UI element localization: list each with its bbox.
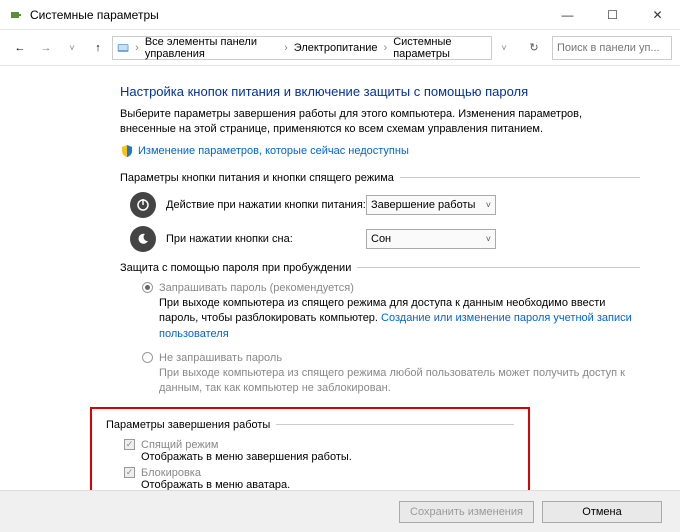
footer: Сохранить изменения Отмена (0, 490, 680, 532)
radio-require-password-desc: При выходе компьютера из спящего режима … (159, 296, 640, 342)
window-controls: — ☐ ✕ (545, 0, 680, 29)
breadcrumb-root[interactable]: Все элементы панели управления (141, 36, 282, 60)
radio-icon (142, 352, 153, 363)
power-button-label: Действие при нажатии кнопки питания: (166, 199, 366, 211)
chevron-down-icon: ˅ (486, 200, 491, 210)
breadcrumb-leaf[interactable]: Системные параметры (389, 36, 487, 60)
section-shutdown-settings: Параметры завершения работы (106, 419, 514, 431)
shutdown-settings-highlighted: Параметры завершения работы ✓ Спящий реж… (90, 407, 530, 490)
radio-no-password-block: Не запрашивать пароль При выходе компьют… (142, 352, 640, 397)
breadcrumb[interactable]: › Все элементы панели управления › Элект… (112, 36, 492, 60)
save-button[interactable]: Сохранить изменения (399, 501, 534, 523)
refresh-button[interactable]: ↻ (522, 36, 546, 60)
radio-no-password[interactable]: Не запрашивать пароль (142, 352, 640, 364)
change-settings-link[interactable]: Изменение параметров, которые сейчас нед… (138, 145, 409, 157)
radio-require-password-label: Запрашивать пароль (рекомендуется) (159, 282, 354, 294)
back-button[interactable]: ← (8, 36, 32, 60)
checkbox-sleep[interactable]: ✓ Спящий режим (124, 439, 514, 451)
minimize-button[interactable]: — (545, 0, 590, 29)
checkbox-icon: ✓ (124, 467, 135, 478)
sleep-button-select[interactable]: Сон˅ (366, 229, 496, 249)
radio-require-password[interactable]: Запрашивать пароль (рекомендуется) (142, 282, 640, 294)
chevron-right-icon: › (282, 42, 290, 54)
chevron-down-icon: ˅ (486, 234, 491, 244)
power-options-icon (8, 7, 24, 23)
sleep-button-row: При нажатии кнопки сна: Сон˅ (130, 226, 640, 252)
titlebar: Системные параметры — ☐ ✕ (0, 0, 680, 30)
sleep-button-label: При нажатии кнопки сна: (166, 233, 366, 245)
main-content: Настройка кнопок питания и включение защ… (0, 66, 680, 490)
intro-text: Выберите параметры завершения работы для… (120, 107, 640, 138)
section-power-sleep-buttons: Параметры кнопки питания и кнопки спящег… (120, 172, 640, 184)
navbar: ← → ˅ ↑ › Все элементы панели управления… (0, 30, 680, 66)
checkbox-lock[interactable]: ✓ Блокировка (124, 467, 514, 479)
page-heading: Настройка кнопок питания и включение защ… (120, 84, 640, 99)
section-password-protection: Защита с помощью пароля при пробуждении (120, 262, 640, 274)
chevron-right-icon: › (382, 42, 390, 54)
checkbox-sleep-label: Спящий режим (141, 439, 218, 451)
change-settings-link-row: Изменение параметров, которые сейчас нед… (120, 144, 640, 158)
radio-icon (142, 282, 153, 293)
power-icon (130, 192, 156, 218)
checkbox-lock-desc: Отображать в меню аватара. (141, 479, 514, 490)
checkbox-icon: ✓ (124, 439, 135, 450)
maximize-button[interactable]: ☐ (590, 0, 635, 29)
chevron-right-icon: › (133, 42, 141, 54)
forward-button[interactable]: → (34, 36, 58, 60)
power-button-row: Действие при нажатии кнопки питания: Зав… (130, 192, 640, 218)
breadcrumb-mid[interactable]: Электропитание (290, 42, 382, 54)
power-button-select[interactable]: Завершение работы˅ (366, 195, 496, 215)
checkbox-sleep-desc: Отображать в меню завершения работы. (141, 451, 514, 463)
shield-icon (120, 144, 134, 158)
window-title: Системные параметры (30, 8, 545, 22)
radio-require-password-block: Запрашивать пароль (рекомендуется) При в… (142, 282, 640, 342)
recent-button[interactable]: ˅ (60, 36, 84, 60)
up-button[interactable]: ↑ (86, 36, 110, 60)
checkbox-lock-label: Блокировка (141, 467, 201, 479)
radio-no-password-label: Не запрашивать пароль (159, 352, 282, 364)
cancel-button[interactable]: Отмена (542, 501, 662, 523)
radio-no-password-desc: При выходе компьютера из спящего режима … (159, 366, 640, 397)
breadcrumb-dropdown[interactable]: ˅ (492, 36, 516, 60)
moon-icon (130, 226, 156, 252)
control-panel-icon (117, 40, 129, 56)
search-box[interactable] (552, 36, 672, 60)
search-input[interactable] (553, 42, 671, 54)
close-button[interactable]: ✕ (635, 0, 680, 29)
